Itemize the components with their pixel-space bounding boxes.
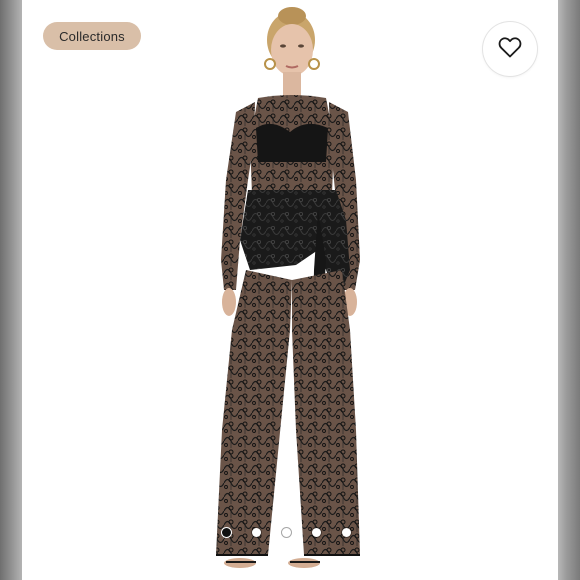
carousel-dot[interactable] bbox=[222, 528, 231, 537]
collections-label: Collections bbox=[59, 28, 125, 44]
carousel-indicators bbox=[222, 528, 351, 537]
carousel-dot[interactable] bbox=[312, 528, 321, 537]
product-photo[interactable] bbox=[0, 0, 580, 580]
earring-left bbox=[264, 58, 276, 70]
earring-right bbox=[308, 58, 320, 70]
heart-icon bbox=[498, 36, 522, 63]
carousel-dot[interactable] bbox=[342, 528, 351, 537]
carousel-dot[interactable] bbox=[252, 528, 261, 537]
collections-chip[interactable]: Collections bbox=[43, 22, 141, 50]
like-button[interactable] bbox=[483, 22, 537, 76]
carousel-dot[interactable] bbox=[282, 528, 291, 537]
